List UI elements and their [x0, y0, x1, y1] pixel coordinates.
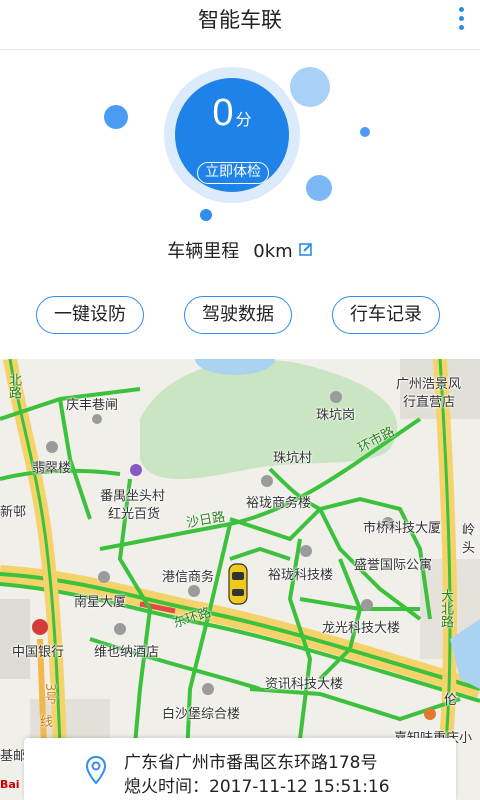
poi-label: 中国银行	[12, 645, 65, 660]
poi-label: 港信商务	[162, 570, 215, 585]
score-gauge: 0分 立即体检	[175, 78, 289, 192]
car-marker-icon[interactable]	[228, 563, 248, 605]
poi-label: 广州浩景风	[396, 377, 462, 392]
engine-off-label: 熄火时间：	[124, 777, 209, 797]
poi-label: 裕珑科技楼	[268, 568, 334, 583]
vehicle-address: 广东省广州市番禺区东环路178号	[124, 753, 378, 773]
decor-bubble	[306, 175, 332, 201]
poi-label: 岭	[462, 523, 476, 538]
poi-label: 盛誉国际公寓	[354, 558, 433, 573]
poi-label: 新邨	[0, 505, 27, 520]
decor-bubble	[360, 127, 370, 137]
page-title: 智能车联	[198, 8, 282, 32]
road-label: 线	[40, 715, 54, 730]
decor-bubble	[104, 105, 128, 129]
poi-label: 庆丰巷闸	[66, 398, 119, 413]
road-label: 大北路	[438, 589, 453, 628]
edit-icon[interactable]	[298, 242, 313, 256]
decor-bubble	[200, 209, 212, 221]
poi-label: 白沙堡综合楼	[162, 707, 241, 722]
app-header: 智能车联	[0, 0, 480, 50]
poi-label: 翡翠楼	[32, 461, 72, 476]
poi-label: 市桥科技大厦	[363, 521, 442, 536]
mileage-label: 车辆里程	[167, 241, 240, 262]
check-now-button[interactable]: 立即体检	[197, 162, 269, 184]
poi-label: 珠坑岗	[316, 408, 356, 423]
road-label: 北路	[6, 373, 21, 399]
more-vertical-icon[interactable]	[454, 4, 468, 38]
action-buttons: 一键设防 驾驶数据 行车记录	[0, 296, 480, 336]
poi-label: 红光百货	[108, 507, 161, 522]
poi-label: 基邮	[0, 749, 27, 764]
poi-label: 番禺坐头村	[100, 489, 166, 504]
driving-data-button[interactable]: 驾驶数据	[184, 296, 292, 334]
poi-label: 伦	[444, 693, 458, 708]
poi-label: 维也纳酒店	[94, 645, 160, 660]
score-value: 0	[212, 92, 234, 134]
poi-label: 珠坑村	[273, 451, 313, 466]
poi-label: 头	[462, 541, 476, 556]
poi-label: 龙光科技大楼	[322, 621, 401, 636]
map-watermark: Bai	[0, 778, 20, 791]
poi-label: 资讯科技大楼	[265, 677, 344, 692]
road-label: 3号	[42, 683, 57, 705]
one-key-arm-button[interactable]: 一键设防	[36, 296, 144, 334]
poi-label: 南星大厦	[74, 595, 127, 610]
poi-label: 裕珑商务楼	[246, 496, 312, 511]
trip-log-button[interactable]: 行车记录	[332, 296, 440, 334]
engine-off-time: 熄火时间：2017-11-12 15:51:16	[124, 772, 390, 797]
poi-label: 行直营店	[403, 395, 456, 410]
vehicle-location-card: 广东省广州市番禺区东环路178号 熄火时间：2017-11-12 15:51:1…	[24, 738, 456, 800]
decor-bubble	[290, 67, 330, 107]
health-score: 0分	[175, 92, 289, 135]
vehicle-dashboard: 0分 立即体检 车辆里程 0km 一键设防 驾驶数据 行车记录	[0, 51, 480, 359]
mileage-value: 0km	[253, 241, 293, 262]
score-unit: 分	[235, 110, 252, 129]
location-pin-icon	[86, 756, 106, 784]
mileage-row: 车辆里程 0km	[0, 237, 480, 263]
engine-off-value: 2017-11-12 15:51:16	[209, 777, 390, 797]
